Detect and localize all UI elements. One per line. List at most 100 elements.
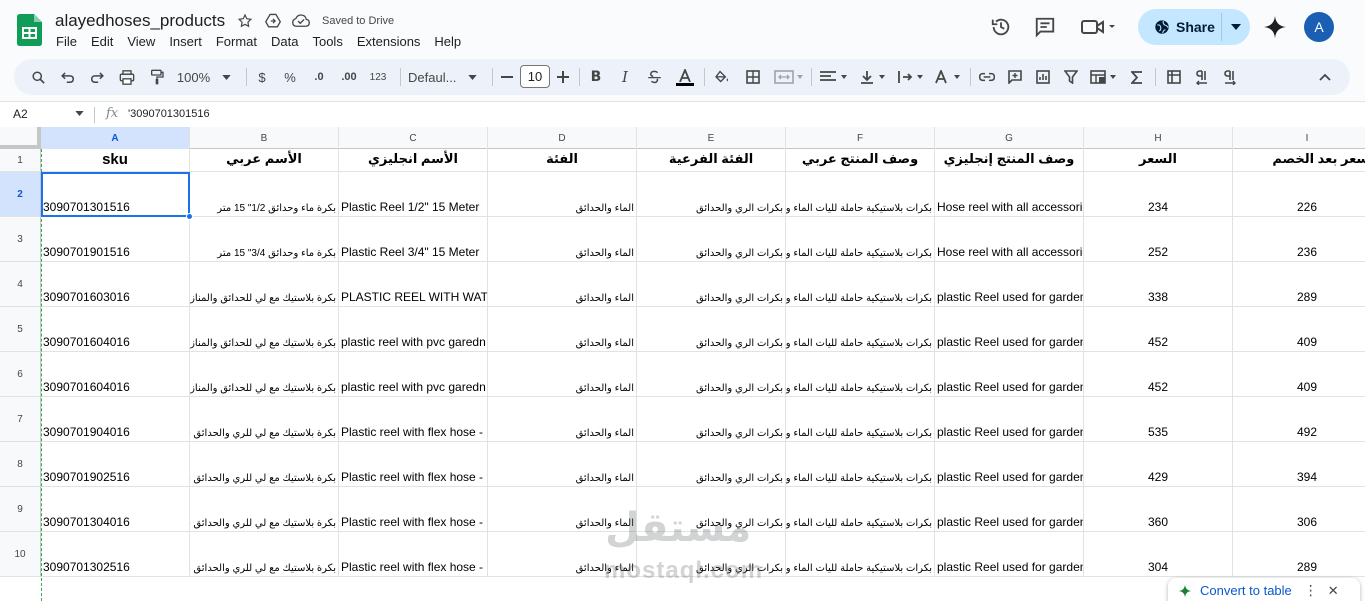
search-menus-icon[interactable] [28, 64, 48, 90]
cell-c9[interactable]: Plastic reel with flex hose - [339, 487, 488, 532]
insert-comment-icon[interactable] [1004, 64, 1026, 90]
cell-c4[interactable]: PLASTIC REEL WITH WATER [339, 262, 488, 307]
column-header-f[interactable]: F [786, 127, 935, 149]
cell-b10[interactable]: بكرة بلاستيك مع لي للري والحدائق - 25 [190, 532, 339, 577]
cell-b5[interactable]: بكرة بلاستيك مع لي للحدائق والمنازل [190, 307, 339, 352]
share-dropdown-icon[interactable] [1228, 19, 1244, 35]
cell-i6[interactable]: 409 [1233, 352, 1365, 397]
cell-e7[interactable]: بكرات الري والحدائق [637, 397, 786, 442]
column-header-i[interactable]: I [1233, 127, 1365, 149]
version-history-icon[interactable] [985, 11, 1017, 43]
cell-d6[interactable]: الماء والحدائق [488, 352, 637, 397]
cell-g5[interactable]: plastic Reel used for garden [935, 307, 1084, 352]
paint-format-icon[interactable] [146, 64, 168, 90]
cell-a8[interactable]: 3090701902516 [41, 442, 190, 487]
share-button[interactable]: Share [1138, 9, 1250, 45]
cell-c5[interactable]: plastic reel with pvc garedn [339, 307, 488, 352]
row-header-2[interactable]: 2 [0, 172, 41, 217]
increase-font-size-icon[interactable] [554, 64, 572, 90]
header-cell-g[interactable]: وصف المنتج إنجليزي [935, 149, 1084, 172]
decrease-decimal-button[interactable]: .0 [308, 64, 330, 90]
cell-e6[interactable]: بكرات الري والحدائق [637, 352, 786, 397]
column-header-e[interactable]: E [637, 127, 786, 149]
strikethrough-icon[interactable] [644, 64, 664, 90]
cell-b9[interactable]: بكرة بلاستيك مع لي للري والحدائق - 40 [190, 487, 339, 532]
account-avatar[interactable]: A [1304, 12, 1334, 42]
cell-a6[interactable]: 3090701604016 [41, 352, 190, 397]
row-header-3[interactable]: 3 [0, 217, 41, 262]
header-cell-c[interactable]: الأسم انجليزي [339, 149, 488, 172]
cell-a5[interactable]: 3090701604016 [41, 307, 190, 352]
cell-d7[interactable]: الماء والحدائق [488, 397, 637, 442]
column-header-c[interactable]: C [339, 127, 488, 149]
format-percent-button[interactable]: % [280, 64, 300, 90]
cell-h3[interactable]: 252 [1084, 217, 1233, 262]
menu-extensions[interactable]: Extensions [350, 32, 428, 51]
column-header-g[interactable]: G [935, 127, 1084, 149]
row-header-7[interactable]: 7 [0, 397, 41, 442]
row-header-1[interactable]: 1 [0, 149, 41, 172]
cell-d3[interactable]: الماء والحدائق [488, 217, 637, 262]
header-cell-f[interactable]: وصف المنتج عربي [786, 149, 935, 172]
text-wrapping-icon[interactable] [895, 64, 929, 90]
cell-f5[interactable]: بكرات بلاستيكية حاملة لليات الماء والحدا… [786, 307, 935, 352]
close-icon[interactable]: ✕ [1328, 583, 1339, 599]
cell-d5[interactable]: الماء والحدائق [488, 307, 637, 352]
font-family-select[interactable]: Defaul... [408, 64, 480, 90]
horizontal-align-icon[interactable] [817, 64, 851, 90]
bold-icon[interactable]: B [586, 64, 606, 90]
redo-icon[interactable] [87, 64, 107, 90]
cell-i10[interactable]: 289 [1233, 532, 1365, 577]
row-header-5[interactable]: 5 [0, 307, 41, 352]
cell-a7[interactable]: 3090701904016 [41, 397, 190, 442]
cell-f3[interactable]: بكرات بلاستيكية حاملة لليات الماء والحدا… [786, 217, 935, 262]
cell-e4[interactable]: بكرات الري والحدائق [637, 262, 786, 307]
insert-chart-icon[interactable] [1032, 64, 1054, 90]
cell-g3[interactable]: Hose reel with all accessories [935, 217, 1084, 262]
cell-c3[interactable]: Plastic Reel 3/4" 15 Meter [339, 217, 488, 262]
comments-icon[interactable] [1029, 11, 1061, 43]
text-rotation-icon[interactable] [932, 64, 966, 90]
sheets-logo-icon[interactable] [17, 14, 42, 46]
cell-f10[interactable]: بكرات بلاستيكية حاملة لليات الماء والحدا… [786, 532, 935, 577]
merge-cells-icon[interactable] [772, 64, 806, 90]
column-header-b[interactable]: B [190, 127, 339, 149]
cell-g7[interactable]: plastic Reel used for garden [935, 397, 1084, 442]
name-box-dropdown-icon[interactable] [75, 108, 84, 118]
document-title[interactable]: alayedhoses_products [55, 11, 225, 31]
cell-i8[interactable]: 394 [1233, 442, 1365, 487]
cell-b8[interactable]: بكرة بلاستيك مع لي للري والحدائق - 25 [190, 442, 339, 487]
menu-view[interactable]: View [120, 32, 162, 51]
cell-c2[interactable]: Plastic Reel 1/2" 15 Meter [339, 172, 488, 217]
cell-c6[interactable]: plastic reel with pvc garedn [339, 352, 488, 397]
cell-g2[interactable]: Hose reel with all accessories [935, 172, 1084, 217]
menu-format[interactable]: Format [209, 32, 264, 51]
column-header-h[interactable]: H [1084, 127, 1233, 149]
cell-a10[interactable]: 3090701302516 [41, 532, 190, 577]
format-currency-button[interactable]: $ [252, 64, 272, 90]
cell-d2[interactable]: الماء والحدائق [488, 172, 637, 217]
collapse-toolbar-icon[interactable] [1314, 64, 1336, 90]
cell-i7[interactable]: 492 [1233, 397, 1365, 442]
cell-h6[interactable]: 452 [1084, 352, 1233, 397]
text-color-icon[interactable] [674, 64, 696, 90]
cell-h8[interactable]: 429 [1084, 442, 1233, 487]
cell-f2[interactable]: بكرات بلاستيكية حاملة لليات الماء والحدا… [786, 172, 935, 217]
cell-f4[interactable]: بكرات بلاستيكية حاملة لليات الماء والحدا… [786, 262, 935, 307]
more-options-icon[interactable]: ⋮ [1304, 582, 1318, 599]
cell-a9[interactable]: 3090701304016 [41, 487, 190, 532]
cell-h2[interactable]: 234 [1084, 172, 1233, 217]
gemini-sparkle-icon[interactable] [1259, 11, 1291, 43]
cell-f7[interactable]: بكرات بلاستيكية حاملة لليات الماء والحدا… [786, 397, 935, 442]
column-header-d[interactable]: D [488, 127, 637, 149]
cell-a3[interactable]: 3090701901516 [41, 217, 190, 262]
cell-b6[interactable]: بكرة بلاستيك مع لي للحدائق والمنازل [190, 352, 339, 397]
cloud-saved-icon[interactable] [292, 12, 310, 30]
cell-h7[interactable]: 535 [1084, 397, 1233, 442]
borders-icon[interactable] [742, 64, 764, 90]
cell-d8[interactable]: الماء والحدائق [488, 442, 637, 487]
header-cell-b[interactable]: الأسم عربي [190, 149, 339, 172]
row-header-4[interactable]: 4 [0, 262, 41, 307]
header-cell-a[interactable]: sku [41, 149, 190, 172]
cell-b3[interactable]: بكرة ماء وحدائق 3/4" 15 متر [190, 217, 339, 262]
